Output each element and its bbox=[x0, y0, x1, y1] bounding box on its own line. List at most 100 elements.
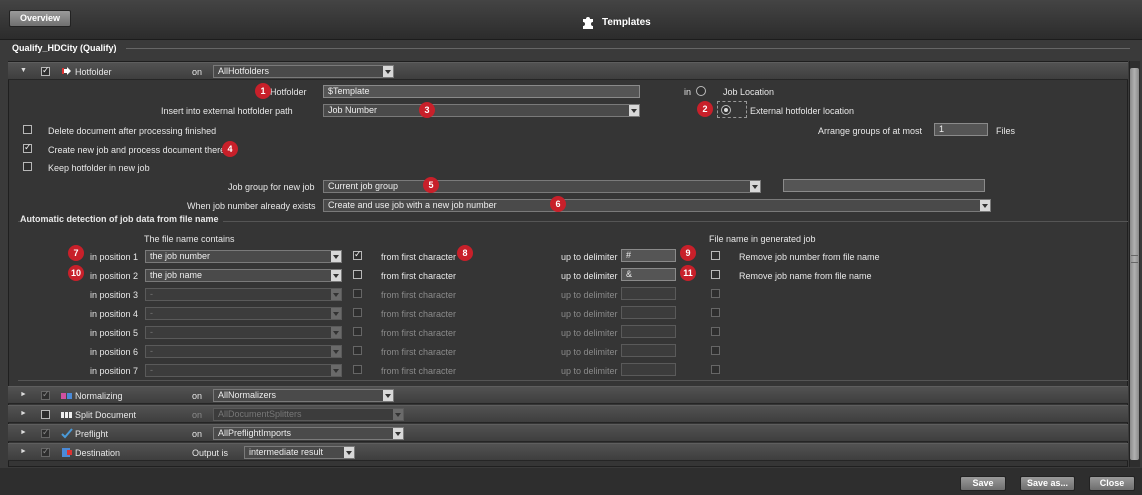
close-button[interactable]: Close bbox=[1089, 476, 1135, 491]
position-3-select[interactable]: - bbox=[145, 288, 342, 301]
destination-output-label: Output is bbox=[192, 448, 229, 458]
position-2-select[interactable]: the job name bbox=[145, 269, 342, 282]
insert-path-label: Insert into external hotfolder path bbox=[161, 106, 293, 116]
position-4-from-checkbox[interactable] bbox=[353, 308, 362, 317]
position-6-delimiter-field[interactable] bbox=[621, 344, 676, 357]
expand-triangle-icon[interactable]: ► bbox=[20, 429, 27, 436]
position-2-label: in position 2 bbox=[90, 271, 139, 281]
position-6-remove-checkbox[interactable] bbox=[711, 346, 720, 355]
save-button[interactable]: Save bbox=[960, 476, 1006, 491]
job-group-label: Job group for new job bbox=[228, 182, 315, 192]
split-document-icon bbox=[61, 412, 72, 418]
window-title: Templates bbox=[580, 14, 651, 30]
overview-button[interactable]: Overview bbox=[9, 10, 71, 27]
section-destination-header[interactable]: ► Destination Output is intermediate res… bbox=[8, 443, 1128, 461]
position-6-up-label: up to delimiter bbox=[561, 347, 618, 357]
split-document-select[interactable]: AllDocumentSplitters bbox=[213, 408, 404, 421]
position-4-select[interactable]: - bbox=[145, 307, 342, 320]
preflight-select[interactable]: AllPreflightImports bbox=[213, 427, 404, 440]
delete-doc-label: Delete document after processing finishe… bbox=[48, 126, 217, 136]
preflight-enable-checkbox[interactable] bbox=[41, 427, 50, 438]
expand-triangle-icon[interactable]: ► bbox=[20, 448, 27, 455]
section-destination-label: Destination bbox=[75, 448, 121, 458]
section-normalizing-header[interactable]: ► Normalizing on AllNormalizers bbox=[8, 386, 1128, 404]
position-7-up-label: up to delimiter bbox=[561, 366, 618, 376]
position-3-remove-checkbox[interactable] bbox=[711, 289, 720, 298]
section-normalizing-label: Normalizing bbox=[75, 391, 123, 401]
position-5-up-label: up to delimiter bbox=[561, 328, 618, 338]
section-split-document-header[interactable]: ► Split Document on AllDocumentSplitters bbox=[8, 405, 1128, 423]
collapse-triangle-icon[interactable]: ▼ bbox=[20, 67, 27, 74]
position-6-from-checkbox[interactable] bbox=[353, 346, 362, 355]
job-location-label: Job Location bbox=[723, 87, 775, 97]
position-3-delimiter-field[interactable] bbox=[621, 287, 676, 300]
keep-hotfolder-checkbox[interactable] bbox=[23, 162, 32, 171]
callout-badge-5: 5 bbox=[423, 177, 439, 193]
group-title: Qualify_HDCity (Qualify) bbox=[12, 43, 117, 53]
exists-select[interactable]: Create and use job with a new job number bbox=[323, 199, 991, 212]
normalizing-select[interactable]: AllNormalizers bbox=[213, 389, 394, 402]
expand-triangle-icon[interactable]: ► bbox=[20, 391, 27, 398]
position-1-from-label: from first character bbox=[381, 252, 457, 262]
position-5-from-checkbox[interactable] bbox=[353, 327, 362, 336]
hotfolder-enable-checkbox[interactable] bbox=[41, 65, 50, 76]
position-3-from-label: from first character bbox=[381, 290, 457, 300]
split-document-on-label: on bbox=[192, 410, 203, 420]
position-7-remove-checkbox[interactable] bbox=[711, 365, 720, 374]
position-4-remove-checkbox[interactable] bbox=[711, 308, 720, 317]
hotfolder-source-select[interactable]: AllHotfolders bbox=[213, 65, 394, 78]
destination-output-select[interactable]: intermediate result bbox=[244, 446, 355, 459]
section-preflight-header[interactable]: ► Preflight on AllPreflightImports bbox=[8, 424, 1128, 442]
remove-job-name-label: Remove job name from file name bbox=[739, 271, 872, 281]
destination-enable-checkbox[interactable] bbox=[41, 446, 50, 457]
arrange-count-field[interactable]: 1 bbox=[934, 123, 988, 136]
destination-icon bbox=[62, 448, 72, 457]
group-divider bbox=[126, 48, 1130, 49]
position-2-delimiter-field[interactable]: & bbox=[621, 268, 676, 281]
position-5-remove-checkbox[interactable] bbox=[711, 327, 720, 336]
keep-hotfolder-label: Keep hotfolder in new job bbox=[48, 163, 150, 173]
delete-doc-checkbox[interactable] bbox=[23, 125, 32, 134]
position-2-from-checkbox[interactable] bbox=[353, 270, 362, 279]
position-7-label: in position 7 bbox=[90, 366, 139, 376]
insert-path-select[interactable]: Job Number bbox=[323, 104, 640, 117]
scrollbar-thumb[interactable] bbox=[1130, 68, 1139, 460]
position-7-delimiter-field[interactable] bbox=[621, 363, 676, 376]
position-5-label: in position 5 bbox=[90, 328, 139, 338]
position-5-delimiter-field[interactable] bbox=[621, 325, 676, 338]
position-5-from-label: from first character bbox=[381, 328, 457, 338]
expand-triangle-icon[interactable]: ► bbox=[20, 410, 27, 417]
create-job-checkbox[interactable] bbox=[23, 142, 32, 153]
scrollbar-grip-icon bbox=[1131, 255, 1138, 263]
split-document-enable-checkbox[interactable] bbox=[41, 410, 50, 419]
arrange-label: Arrange groups of at most bbox=[818, 126, 923, 136]
position-6-select[interactable]: - bbox=[145, 345, 342, 358]
in-label: in bbox=[684, 87, 692, 97]
hotfolder-name-field[interactable]: $Template bbox=[323, 85, 640, 98]
normalizing-enable-checkbox[interactable] bbox=[41, 389, 50, 400]
normalizing-icon bbox=[61, 393, 72, 399]
external-location-label: External hotfolder location bbox=[750, 106, 855, 116]
job-group-select[interactable]: Current job group bbox=[323, 180, 761, 193]
section-preflight-label: Preflight bbox=[75, 429, 109, 439]
position-4-up-label: up to delimiter bbox=[561, 309, 618, 319]
remove-job-name-checkbox[interactable] bbox=[711, 270, 720, 279]
callout-badge-1: 1 bbox=[255, 83, 271, 99]
position-1-delimiter-field[interactable]: # bbox=[621, 249, 676, 262]
auto-detect-title: Automatic detection of job data from fil… bbox=[20, 214, 223, 224]
job-group-extra-field[interactable] bbox=[783, 179, 985, 192]
position-1-from-checkbox[interactable] bbox=[353, 249, 362, 260]
callout-badge-3: 3 bbox=[419, 102, 435, 118]
save-as-button[interactable]: Save as... bbox=[1020, 476, 1075, 491]
section-hotfolder-header[interactable]: ▼ Hotfolder on AllHotfolders bbox=[8, 62, 1128, 80]
position-1-select[interactable]: the job number bbox=[145, 250, 342, 263]
external-location-radio[interactable] bbox=[721, 105, 731, 115]
position-3-from-checkbox[interactable] bbox=[353, 289, 362, 298]
position-7-select[interactable]: - bbox=[145, 364, 342, 377]
remove-job-number-checkbox[interactable] bbox=[711, 251, 720, 260]
position-4-delimiter-field[interactable] bbox=[621, 306, 676, 319]
position-5-select[interactable]: - bbox=[145, 326, 342, 339]
job-location-radio[interactable] bbox=[696, 86, 706, 96]
position-1-up-label: up to delimiter bbox=[561, 252, 618, 262]
position-7-from-checkbox[interactable] bbox=[353, 365, 362, 374]
